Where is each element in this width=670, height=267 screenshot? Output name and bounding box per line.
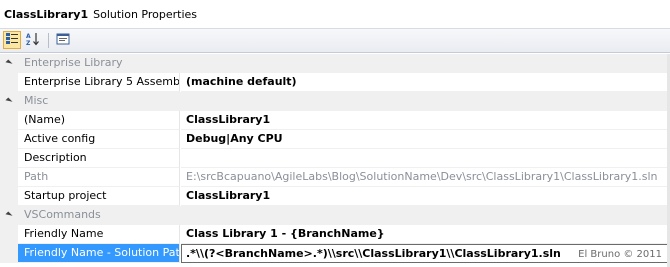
property-grid: Enterprise Library Enterprise Library 5 …: [0, 54, 670, 263]
property-name: (Name): [18, 111, 180, 130]
property-name: Active config: [18, 130, 180, 149]
svg-text:Z: Z: [26, 40, 31, 47]
property-name: Description: [18, 149, 180, 168]
categorized-icon: [5, 32, 19, 49]
property-row-name[interactable]: (Name) ClassLibrary1: [0, 111, 670, 130]
collapse-arrow-icon[interactable]: [5, 211, 13, 219]
row-gutter: [0, 130, 18, 149]
property-name: Friendly Name: [18, 225, 180, 244]
category-bar: [18, 92, 670, 111]
property-row-startup-project[interactable]: Startup project ClassLibrary1: [0, 187, 670, 206]
toolbar-separator: [48, 33, 49, 48]
object-type: Solution Properties: [93, 8, 198, 21]
row-gutter: [0, 111, 18, 130]
object-name: ClassLibrary1: [4, 8, 89, 21]
property-row-active-config[interactable]: Active config Debug|Any CPU: [0, 130, 670, 149]
property-value: E:\srcBcapuano\AgileLabs\Blog\SolutionNa…: [181, 168, 670, 187]
row-gutter: [0, 244, 18, 263]
category-vscommands[interactable]: VSCommands: [0, 206, 670, 225]
row-gutter: [0, 149, 18, 168]
property-value[interactable]: [181, 149, 670, 168]
property-value[interactable]: Debug|Any CPU: [181, 130, 670, 149]
row-gutter: [0, 206, 18, 225]
row-gutter: [0, 92, 18, 111]
categorized-button[interactable]: [3, 31, 21, 49]
property-row-enterprise-library-assembly[interactable]: Enterprise Library 5 Assembly (machine d…: [0, 73, 670, 92]
property-row-path[interactable]: Path E:\srcBcapuano\AgileLabs\Blog\Solut…: [0, 168, 670, 187]
property-pages-icon: [56, 32, 70, 49]
category-bar: [18, 206, 670, 225]
property-value[interactable]: (machine default): [181, 73, 670, 92]
property-value[interactable]: Class Library 1 - {BranchName}: [181, 225, 670, 244]
row-gutter: [0, 168, 18, 187]
svg-text:A: A: [26, 33, 31, 40]
row-gutter: [0, 73, 18, 92]
category-enterprise-library[interactable]: Enterprise Library: [0, 54, 670, 73]
row-gutter: [0, 187, 18, 206]
watermark: El Bruno © 2011: [578, 249, 662, 260]
alphabetical-icon: A Z: [25, 31, 41, 50]
collapse-arrow-icon[interactable]: [5, 97, 13, 105]
property-name: Friendly Name - Solution Path: [18, 244, 180, 263]
category-label: Misc: [24, 94, 49, 107]
row-gutter: [0, 54, 18, 73]
property-value[interactable]: ClassLibrary1: [181, 111, 670, 130]
property-row-friendly-name-solution-path[interactable]: Friendly Name - Solution Path .*\\(?<Bra…: [0, 244, 670, 263]
alphabetical-button[interactable]: A Z: [24, 31, 42, 49]
property-pages-button[interactable]: [54, 31, 72, 49]
properties-header: ClassLibrary1 Solution Properties: [0, 0, 670, 29]
property-name: Startup project: [18, 187, 180, 206]
category-misc[interactable]: Misc: [0, 92, 670, 111]
property-value[interactable]: ClassLibrary1: [181, 187, 670, 206]
category-label: VSCommands: [24, 208, 101, 221]
property-row-friendly-name[interactable]: Friendly Name Class Library 1 - {BranchN…: [0, 225, 670, 244]
property-name: Enterprise Library 5 Assembly: [18, 73, 180, 92]
category-label: Enterprise Library: [24, 56, 123, 69]
collapse-arrow-icon[interactable]: [5, 59, 13, 67]
property-name: Path: [18, 168, 180, 187]
property-row-description[interactable]: Description: [0, 149, 670, 168]
properties-toolbar: A Z: [0, 29, 670, 53]
row-gutter: [0, 225, 18, 244]
